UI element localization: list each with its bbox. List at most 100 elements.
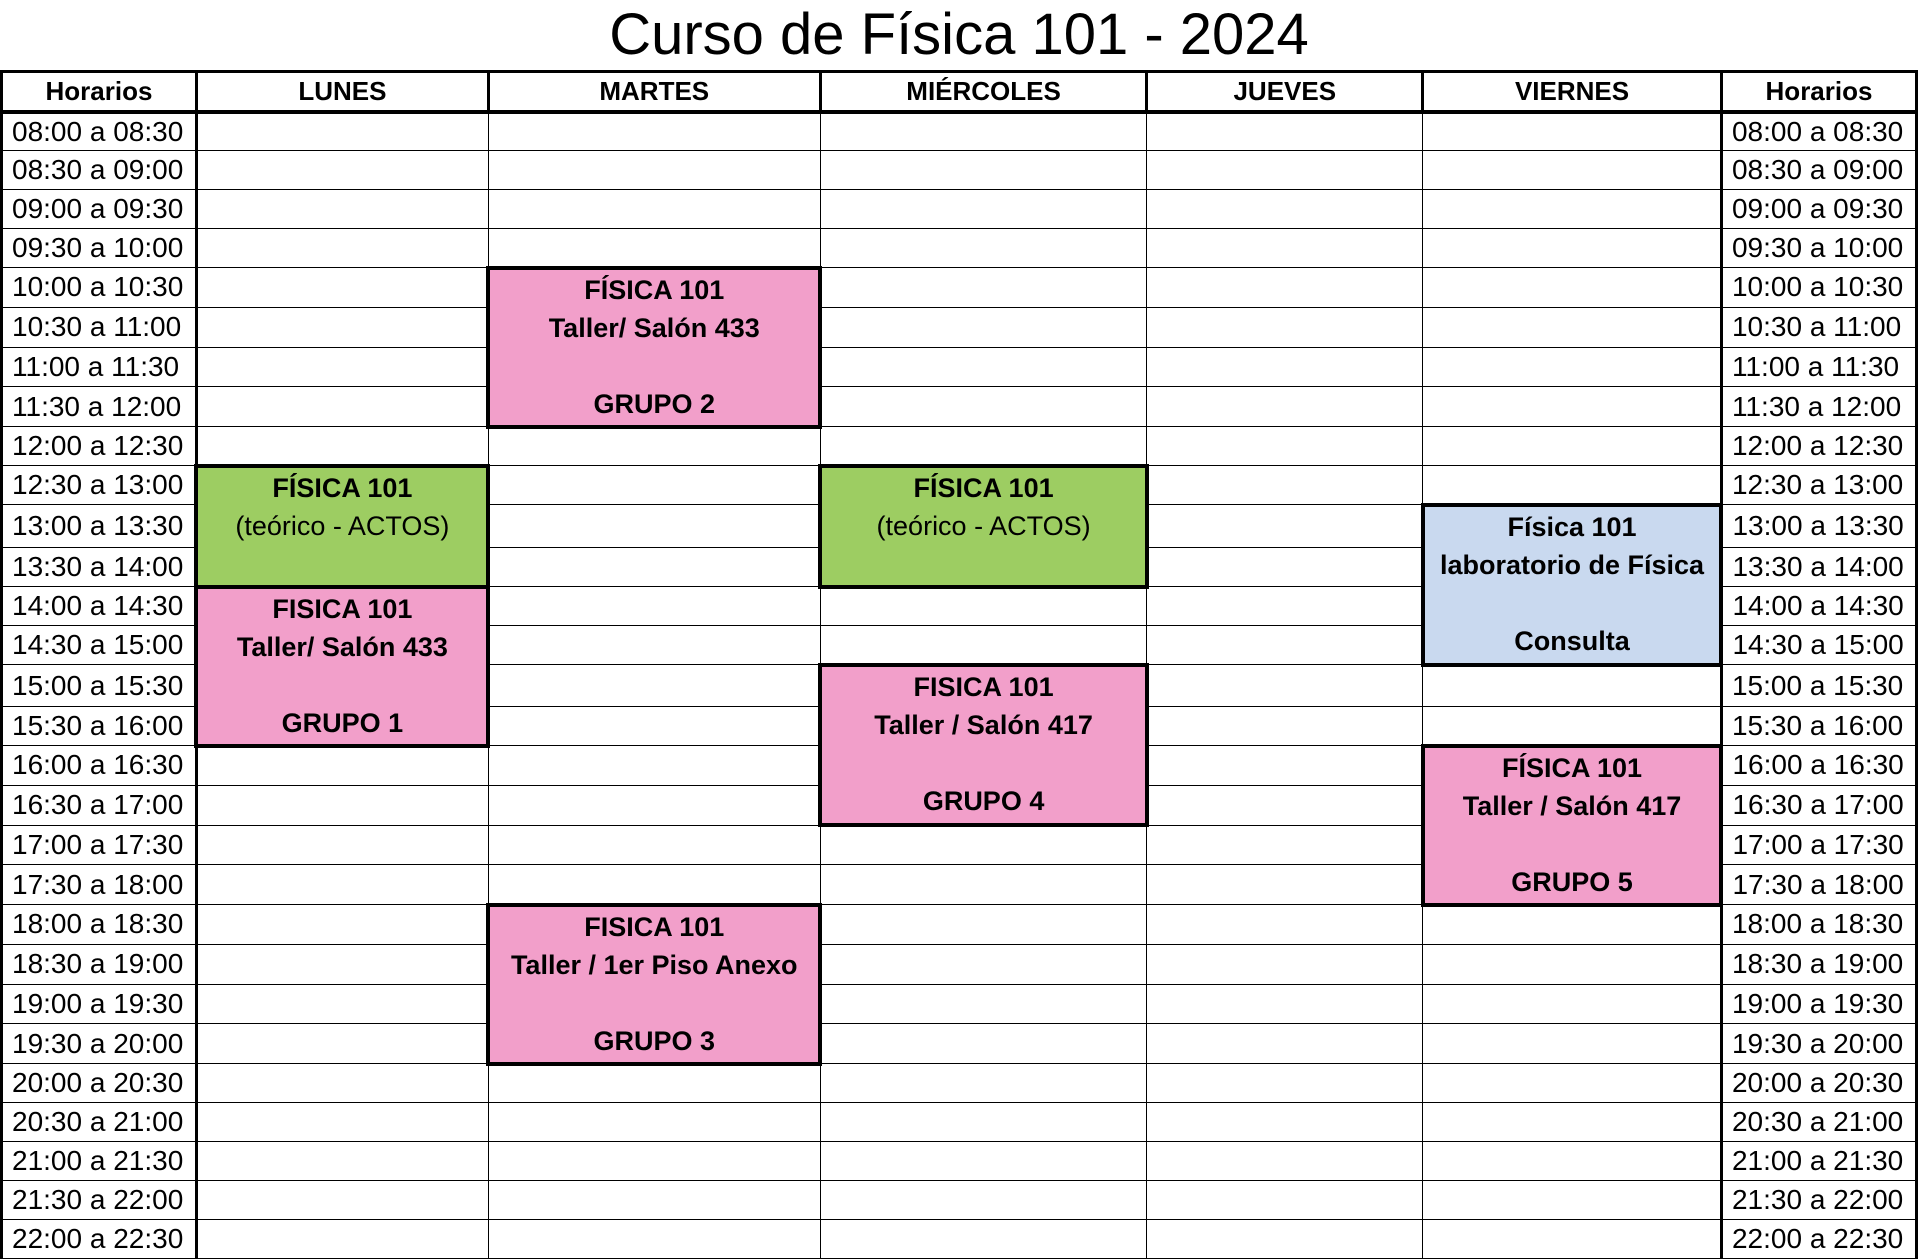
class-title: Física 101 bbox=[1507, 511, 1637, 542]
table-row: 09:00 a 09:30 09:00 a 09:30 bbox=[0, 189, 1918, 229]
class-detail bbox=[1425, 586, 1720, 624]
header-row: Horarios LUNES MARTES MIÉRCOLES JUEVES V… bbox=[0, 70, 1918, 114]
time-slot-label: 16:00 a 16:30 bbox=[0, 745, 198, 786]
empty-cell-martes bbox=[487, 1219, 821, 1259]
class-group: GRUPO 4 bbox=[922, 785, 1045, 816]
empty-cell-viernes bbox=[1422, 346, 1722, 388]
time-slot-label: 21:30 a 22:00 bbox=[0, 1180, 198, 1220]
empty-cell-lunes bbox=[195, 904, 489, 945]
empty-cell-lunes bbox=[195, 1180, 489, 1220]
empty-cell-miercoles bbox=[819, 228, 1148, 268]
empty-cell-jueves bbox=[1146, 904, 1424, 945]
class-block-miercoles-teorico: FÍSICA 101 (teórico - ACTOS) bbox=[818, 463, 1149, 589]
time-slot-label: 21:00 a 21:30 bbox=[0, 1141, 198, 1181]
empty-cell-miercoles bbox=[819, 904, 1148, 945]
class-detail bbox=[198, 547, 486, 585]
empty-cell-jueves bbox=[1146, 983, 1424, 1025]
class-block-miercoles-grupo-4: FISICA 101 Taller / Salón 417 GRUPO 4 bbox=[818, 662, 1149, 827]
empty-cell-lunes bbox=[195, 228, 489, 268]
empty-cell-jueves bbox=[1146, 547, 1424, 587]
time-slot-label: 22:00 a 22:30 bbox=[1719, 1219, 1918, 1259]
table-row: 19:30 a 20:00 19:30 a 20:00 bbox=[0, 1023, 1918, 1064]
class-detail: laboratorio de Física bbox=[1439, 549, 1705, 580]
empty-cell-viernes bbox=[1422, 664, 1722, 707]
empty-cell-jueves bbox=[1146, 150, 1424, 190]
empty-cell-viernes bbox=[1422, 1102, 1722, 1142]
class-title: FÍSICA 101 bbox=[584, 274, 725, 305]
empty-cell-martes bbox=[487, 1180, 821, 1220]
class-block-viernes-grupo-5: FÍSICA 101 Taller / Salón 417 GRUPO 5 bbox=[1420, 743, 1724, 907]
class-detail: (teórico - ACTOS) bbox=[876, 510, 1091, 541]
empty-cell-jueves bbox=[1146, 504, 1424, 548]
header-martes: MARTES bbox=[486, 70, 822, 114]
empty-cell-jueves bbox=[1146, 1141, 1424, 1181]
schedule-table: Horarios LUNES MARTES MIÉRCOLES JUEVES V… bbox=[0, 70, 1918, 1259]
time-slot-label: 15:00 a 15:30 bbox=[0, 664, 198, 707]
empty-cell-viernes bbox=[1422, 386, 1722, 427]
time-slot-label: 17:00 a 17:30 bbox=[0, 824, 198, 866]
table-row: 12:30 a 13:00 FÍSICA 101 (teórico - ACTOS)… bbox=[0, 463, 1918, 589]
time-slot-label: 18:00 a 18:30 bbox=[1719, 904, 1918, 945]
empty-cell-viernes bbox=[1422, 306, 1722, 348]
time-slot-label: 17:30 a 18:00 bbox=[1719, 864, 1918, 905]
class-block-martes-grupo-3: FISICA 101 Taller / 1er Piso Anexo GRUPO 3 bbox=[486, 902, 823, 1066]
table-row: 21:30 a 22:00 21:30 a 22:00 bbox=[0, 1180, 1918, 1220]
empty-cell-viernes bbox=[1422, 943, 1722, 985]
empty-cell-martes bbox=[487, 1063, 821, 1103]
empty-cell-martes bbox=[487, 111, 821, 151]
class-block-viernes-laboratorio: Física 101 laboratorio de Física Consulta bbox=[1420, 502, 1724, 667]
time-slot-label: 16:30 a 17:00 bbox=[1719, 784, 1918, 826]
table-row: 12:00 a 12:30 12:00 a 12:30 bbox=[0, 426, 1918, 466]
empty-cell-lunes bbox=[195, 189, 489, 229]
empty-cell-viernes bbox=[1422, 1219, 1722, 1259]
table-row: 08:00 a 08:30 08:00 a 08:30 bbox=[0, 111, 1918, 151]
header-miercoles: MIÉRCOLES bbox=[818, 70, 1149, 114]
table-row: 18:30 a 19:00 18:30 a 19:00 bbox=[0, 943, 1918, 985]
class-block-martes-grupo-2: FÍSICA 101 Taller/ Salón 433 GRUPO 2 bbox=[486, 265, 823, 429]
empty-cell-martes bbox=[487, 1102, 821, 1142]
empty-cell-martes bbox=[487, 189, 821, 229]
class-detail bbox=[822, 746, 1145, 784]
empty-cell-jueves bbox=[1146, 189, 1424, 229]
time-slot-label: 12:00 a 12:30 bbox=[0, 426, 198, 466]
empty-cell-miercoles bbox=[819, 1219, 1148, 1259]
class-title: FISICA 101 bbox=[272, 593, 413, 624]
time-slot-label: 14:00 a 14:30 bbox=[1719, 586, 1918, 626]
empty-cell-viernes bbox=[1422, 426, 1722, 466]
empty-cell-miercoles bbox=[819, 346, 1148, 388]
time-slot-label: 13:00 a 13:30 bbox=[0, 504, 198, 548]
empty-cell-lunes bbox=[195, 346, 489, 388]
time-slot-label: 18:30 a 19:00 bbox=[0, 943, 198, 985]
empty-cell-lunes bbox=[195, 306, 489, 348]
time-slot-label: 12:30 a 13:00 bbox=[0, 465, 198, 505]
empty-cell-viernes bbox=[1422, 189, 1722, 229]
empty-cell-jueves bbox=[1146, 228, 1424, 268]
empty-cell-jueves bbox=[1146, 1023, 1424, 1064]
empty-cell-viernes bbox=[1422, 465, 1722, 505]
time-slot-label: 16:00 a 16:30 bbox=[1719, 745, 1918, 786]
time-slot-label: 20:00 a 20:30 bbox=[1719, 1063, 1918, 1103]
empty-cell-lunes bbox=[195, 111, 489, 151]
empty-cell-jueves bbox=[1146, 664, 1424, 707]
empty-cell-jueves bbox=[1146, 864, 1424, 905]
time-slot-label: 09:30 a 10:00 bbox=[0, 228, 198, 268]
schedule-body: 08:00 a 08:30 08:00 a 08:30 08:30 a 09:00 0… bbox=[0, 111, 1918, 1259]
empty-cell-miercoles bbox=[819, 586, 1148, 626]
empty-cell-miercoles bbox=[819, 150, 1148, 190]
time-slot-label: 14:00 a 14:30 bbox=[0, 586, 198, 626]
empty-cell-miercoles bbox=[819, 111, 1148, 151]
empty-cell-jueves bbox=[1146, 426, 1424, 466]
class-detail bbox=[1425, 827, 1720, 865]
time-slot-label: 10:30 a 11:00 bbox=[1719, 306, 1918, 348]
time-slot-label: 11:30 a 12:00 bbox=[1719, 386, 1918, 427]
table-row: 18:00 a 18:30 FISICA 101 Taller / 1er Piso… bbox=[0, 902, 1918, 1066]
table-row: 09:30 a 10:00 09:30 a 10:00 bbox=[0, 228, 1918, 268]
empty-cell-jueves bbox=[1146, 706, 1424, 746]
empty-cell-lunes bbox=[195, 267, 489, 308]
class-title: FÍSICA 101 bbox=[272, 472, 413, 503]
empty-cell-viernes bbox=[1422, 983, 1722, 1025]
empty-cell-martes bbox=[487, 586, 821, 626]
header-viernes: VIERNES bbox=[1421, 70, 1723, 114]
table-row: 19:00 a 19:30 19:00 a 19:30 bbox=[0, 983, 1918, 1025]
empty-cell-jueves bbox=[1146, 386, 1424, 427]
